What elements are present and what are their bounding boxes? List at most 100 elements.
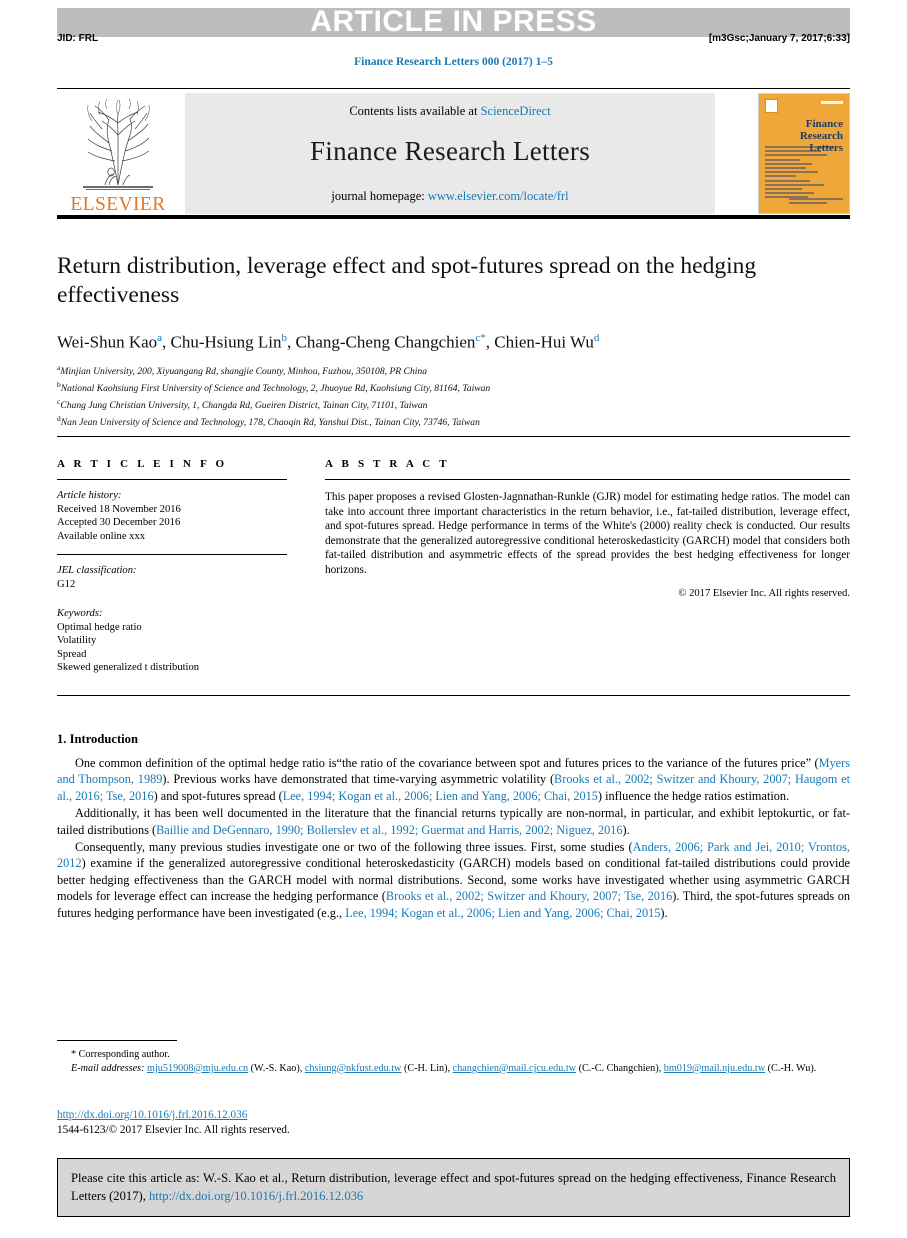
masthead-bottom-rule	[57, 215, 850, 219]
email-link[interactable]: changchien@mail.cjcu.edu.tw	[453, 1063, 576, 1074]
body-text-run: Consequently, many previous studies inve…	[75, 840, 633, 855]
inline-citation-link[interactable]: Baillie and DeGennaro, 1990; Bollerslev …	[156, 823, 622, 837]
abstract-column: A B S T R A C T This paper proposes a re…	[325, 458, 850, 599]
body-paragraph: Additionally, it has been well documente…	[57, 805, 850, 838]
email-owner: (C-H. Lin),	[401, 1062, 453, 1074]
jel-label: JEL classification:	[57, 565, 137, 576]
corresponding-author-marker[interactable]: *	[480, 332, 486, 344]
article-history-label: Article history:	[57, 490, 122, 501]
article-info-rule	[57, 479, 287, 480]
affiliation-item: cChang Jung Christian University, 1, Cha…	[57, 396, 850, 413]
author-affil-marker[interactable]: b	[282, 332, 288, 344]
body-text-run: One common definition of the optimal hed…	[75, 756, 819, 770]
email-link[interactable]: chsiung@nkfust.edu.tw	[305, 1063, 402, 1074]
author-list: Wei-Shun Kaoa, Chu-Hsiung Linb, Chang-Ch…	[57, 332, 600, 352]
author-name: Chang-Cheng Changchien	[295, 332, 476, 352]
author-name: Chien-Hui Wu	[494, 332, 594, 352]
issn-copyright-line: 1544-6123/© 2017 Elsevier Inc. All right…	[57, 1124, 290, 1136]
affiliation-list: aMinjian University, 200, Xiyuangang Rd,…	[57, 362, 850, 430]
info-band-top-rule	[57, 436, 850, 437]
journal-id: JID: FRL	[57, 33, 99, 44]
journal-cover-thumbnail: Finance Research Letters	[758, 93, 850, 214]
masthead-center-panel: Contents lists available at ScienceDirec…	[185, 93, 715, 214]
title-block: Return distribution, leverage effect and…	[57, 252, 850, 354]
inline-citation-link[interactable]: Lee, 1994; Kogan et al., 2006; Lien and …	[345, 906, 660, 920]
history-available-online: Available online xxx	[57, 530, 146, 542]
body-text-run: ).	[622, 822, 630, 837]
please-cite-text: Please cite this article as: W.-S. Kao e…	[71, 1169, 836, 1205]
abstract-rule	[325, 479, 850, 480]
cover-elsevier-mark	[765, 99, 778, 113]
affiliation-text: Nan Jean University of Science and Techn…	[60, 417, 480, 429]
jel-value: G12	[57, 578, 76, 590]
body-text-run: ) influence the hedge ratios estimation.	[597, 788, 790, 803]
page-title: Return distribution, leverage effect and…	[57, 253, 757, 308]
email-owner: (W.-S. Kao),	[248, 1062, 305, 1074]
journal-homepage-link[interactable]: www.elsevier.com/locate/frl	[428, 189, 569, 203]
email-link[interactable]: mju519008@mju.edu.cn	[147, 1063, 248, 1074]
cover-toc-lines	[765, 146, 843, 200]
body-text-run: ). Previous works have demonstrated that…	[162, 772, 555, 787]
section-heading-introduction: 1. Introduction	[57, 732, 138, 746]
affiliation-item: aMinjian University, 200, Xiyuangang Rd,…	[57, 362, 850, 379]
keyword-item: Volatility	[57, 635, 97, 646]
keyword-item: Optimal hedge ratio	[57, 621, 142, 633]
abstract-copyright: © 2017 Elsevier Inc. All rights reserved…	[678, 587, 850, 599]
journal-masthead: ELSEVIER Contents lists available at Sci…	[57, 88, 850, 219]
body-paragraph: Consequently, many previous studies inve…	[57, 839, 850, 921]
abstract-heading: A B S T R A C T	[325, 458, 450, 470]
doi-link[interactable]: http://dx.doi.org/10.1016/j.frl.2016.12.…	[57, 1109, 247, 1121]
typesetter-stamp: [m3Gsc;January 7, 2017;6:33]	[708, 33, 850, 44]
svg-text:ELSEVIER: ELSEVIER	[70, 194, 165, 215]
author-affil-marker[interactable]: d	[594, 332, 600, 344]
cite-doi-link[interactable]: http://dx.doi.org/10.1016/j.frl.2016.12.…	[149, 1189, 363, 1203]
affiliation-text: Minjian University, 200, Xiyuangang Rd, …	[60, 366, 428, 378]
doi-block: http://dx.doi.org/10.1016/j.frl.2016.12.…	[57, 1108, 557, 1138]
keyword-item: Spread	[57, 648, 87, 660]
jel-classification-group: JEL classification: G12	[57, 564, 287, 591]
affiliation-item: bNational Kaohsiung First University of …	[57, 379, 850, 396]
affiliation-item: dNan Jean University of Science and Tech…	[57, 413, 850, 430]
article-info-column: A R T I C L E I N F O Article history: R…	[57, 458, 287, 675]
body-text-run: ).	[660, 905, 668, 920]
history-accepted: Accepted 30 December 2016	[57, 517, 181, 528]
sciencedirect-link[interactable]: ScienceDirect	[481, 104, 551, 118]
email-owner: (C.-C. Changchien),	[576, 1062, 664, 1074]
history-received: Received 18 November 2016	[57, 503, 181, 515]
email-addresses-label: E-mail addresses:	[71, 1062, 148, 1074]
keywords-label: Keywords:	[57, 608, 103, 619]
paper-page: ARTICLE IN PRESS JID: FRL [m3Gsc;January…	[0, 0, 907, 1238]
affiliation-text: National Kaohsiung First University of S…	[60, 383, 491, 395]
cover-footer-lines	[789, 197, 843, 206]
info-band-bottom-rule	[57, 695, 850, 696]
article-history-group: Article history: Received 18 November 20…	[57, 489, 287, 543]
keywords-group: Keywords: Optimal hedge ratio Volatility…	[57, 607, 287, 675]
contents-available-line: Contents lists available at ScienceDirec…	[185, 104, 715, 119]
author-name: Chu-Hsiung Lin	[170, 332, 282, 352]
keyword-item: Skewed generalized t distribution	[57, 662, 200, 673]
abstract-text: This paper proposes a revised Glosten-Ja…	[325, 491, 850, 576]
please-cite-box: Please cite this article as: W.-S. Kao e…	[57, 1158, 850, 1217]
corresponding-author-note: * Corresponding author.	[71, 1049, 170, 1060]
author-name: Wei-Shun Kao	[57, 332, 158, 352]
masthead-top-rule	[57, 88, 850, 89]
author-affil-marker[interactable]: a	[157, 332, 162, 344]
homepage-prefix: journal homepage:	[331, 189, 428, 203]
footnotes-block: * Corresponding author. E-mail addresses…	[57, 1040, 850, 1075]
article-info-heading: A R T I C L E I N F O	[57, 458, 228, 470]
email-addresses-note: E-mail addresses: mju519008@mju.edu.cn (…	[57, 1062, 850, 1076]
body-paragraph: One common definition of the optimal hed…	[57, 755, 850, 804]
body-column: 1. Introduction One common definition of…	[57, 732, 850, 922]
email-link[interactable]: bm019@mail.nju.edu.tw	[664, 1063, 765, 1074]
body-paragraphs: One common definition of the optimal hed…	[57, 755, 850, 921]
affiliation-text: Chang Jung Christian University, 1, Chan…	[60, 400, 428, 412]
cover-topright-text	[821, 101, 843, 104]
inline-citation-link[interactable]: Lee, 1994; Kogan et al., 2006; Lien and …	[283, 789, 598, 803]
inline-citation-link[interactable]: Brooks et al., 2002; Switzer and Khoury,…	[386, 889, 672, 903]
journal-homepage-line: journal homepage: www.elsevier.com/locat…	[185, 189, 715, 204]
email-owner: (C.-H. Wu).	[765, 1062, 817, 1074]
elsevier-logo: ELSEVIER	[57, 93, 179, 215]
footnote-rule	[57, 1040, 177, 1041]
journal-citation-line: Finance Research Letters 000 (2017) 1–5	[354, 56, 553, 68]
masthead-journal-title: Finance Research Letters	[309, 136, 591, 166]
